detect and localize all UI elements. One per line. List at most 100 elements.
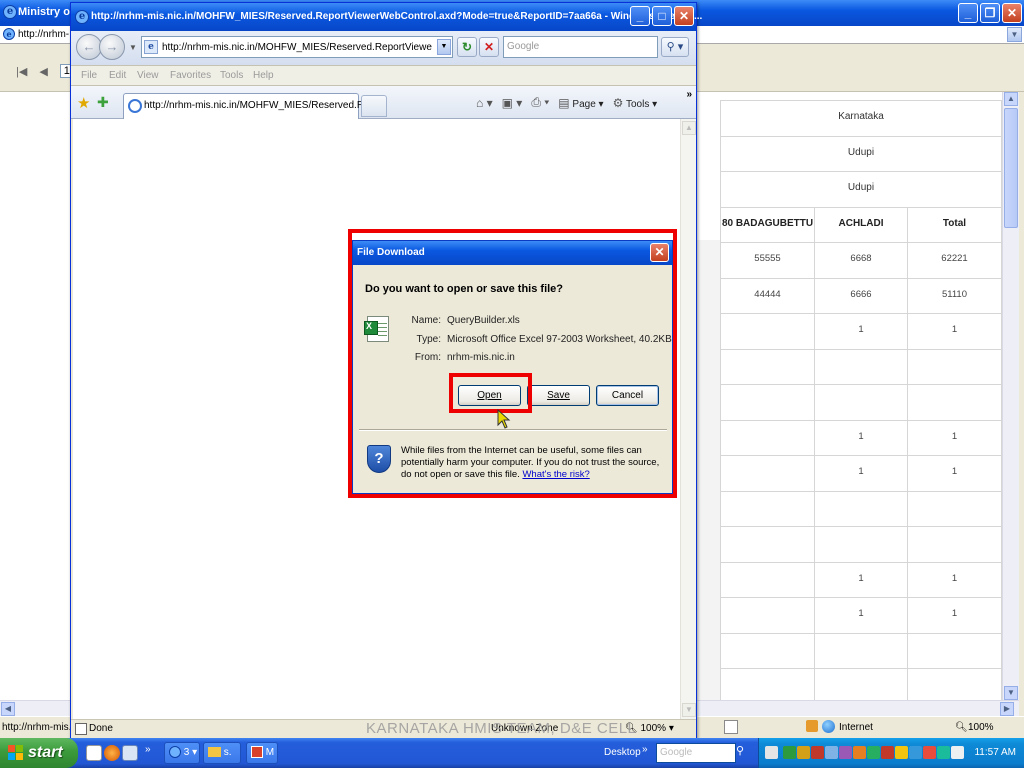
scroll-right-icon[interactable]: ▶ bbox=[1000, 702, 1014, 716]
tray-icon[interactable] bbox=[867, 746, 880, 759]
tray-icon[interactable] bbox=[765, 746, 778, 759]
table-cell: 44444 bbox=[720, 277, 815, 314]
tray-icon[interactable] bbox=[839, 746, 852, 759]
scroll-up-icon[interactable]: ▲ bbox=[682, 121, 696, 135]
scroll-up-icon[interactable]: ▲ bbox=[1004, 92, 1018, 106]
close-button[interactable]: ✕ bbox=[1002, 3, 1022, 23]
table-row bbox=[720, 348, 1002, 385]
new-tab-button[interactable] bbox=[361, 95, 387, 117]
chevron-down-icon[interactable]: ▼ bbox=[437, 39, 451, 55]
table-cell bbox=[907, 490, 1002, 527]
add-favorites-icon[interactable]: ✚ bbox=[97, 94, 109, 111]
table-cell bbox=[720, 668, 815, 705]
table-cell bbox=[720, 561, 815, 598]
popup-address-bar[interactable]: e http://nrhm-mis.nic.in/MOHFW_MIES/Rese… bbox=[141, 36, 453, 58]
close-button[interactable]: ✕ bbox=[674, 6, 694, 26]
menu-favorites[interactable]: Favorites bbox=[170, 70, 211, 81]
tray-icon[interactable] bbox=[783, 746, 796, 759]
toolbar-more-icon[interactable]: » bbox=[642, 744, 648, 755]
table-row: 11 bbox=[720, 313, 1002, 350]
search-input[interactable]: Google bbox=[503, 36, 658, 58]
taskbar-ie-group[interactable]: 3 ▾ bbox=[164, 742, 200, 764]
quicklaunch-app-icon[interactable] bbox=[86, 745, 102, 761]
forward-arrow-icon[interactable]: → bbox=[99, 34, 125, 60]
vertical-scrollbar[interactable]: ▲ ▼ bbox=[1002, 92, 1019, 700]
tab-current[interactable]: http://nrhm-mis.nic.in/MOHFW_MIES/Reserv… bbox=[123, 93, 378, 119]
desktop-toolbar-label[interactable]: Desktop bbox=[604, 747, 641, 758]
start-button[interactable]: start bbox=[0, 738, 78, 768]
table-row: Karnataka bbox=[720, 100, 1002, 137]
home-icon[interactable]: ⌂ ▾ bbox=[476, 96, 493, 110]
table-cell: 1 bbox=[814, 455, 908, 492]
popup-vertical-scrollbar[interactable]: ▲ ▼ bbox=[680, 119, 696, 719]
taskbar-folder-item[interactable]: s. bbox=[203, 742, 241, 764]
scroll-left-icon[interactable]: ◀ bbox=[1, 702, 15, 716]
network-icon[interactable] bbox=[825, 746, 838, 759]
table-cell: Udupi bbox=[720, 171, 1002, 208]
cancel-button[interactable]: Cancel bbox=[596, 385, 659, 406]
zoom-icon[interactable]: 🔍︎ bbox=[955, 722, 968, 733]
menu-help[interactable]: Help bbox=[253, 70, 274, 81]
quicklaunch-firefox-icon[interactable] bbox=[104, 745, 120, 761]
tray-icon[interactable] bbox=[895, 746, 908, 759]
tray-icon[interactable] bbox=[923, 746, 936, 759]
table-cell: 1 bbox=[907, 597, 1002, 634]
table-cell: 1 bbox=[907, 313, 1002, 350]
menu-file[interactable]: File bbox=[81, 70, 97, 81]
search-icon[interactable]: ⚲ ▾ bbox=[661, 37, 689, 57]
tray-icon[interactable] bbox=[853, 746, 866, 759]
quicklaunch-desktop-icon[interactable] bbox=[122, 745, 138, 761]
tray-icon[interactable] bbox=[811, 746, 824, 759]
scroll-down-icon[interactable]: ▼ bbox=[1004, 686, 1018, 700]
minimize-button[interactable]: _ bbox=[630, 6, 650, 26]
previous-page-icon[interactable]: ◀ bbox=[39, 65, 47, 78]
chevron-down-icon[interactable]: ▼ bbox=[1007, 27, 1022, 42]
table-cell: 1 bbox=[907, 561, 1002, 598]
maximize-button[interactable]: ❐ bbox=[980, 3, 1000, 23]
tray-icon[interactable] bbox=[937, 746, 950, 759]
more-chevron-icon[interactable]: » bbox=[686, 89, 692, 100]
file-name-label: Name: bbox=[411, 315, 441, 326]
tray-icon[interactable] bbox=[909, 746, 922, 759]
favorites-star-icon[interactable]: ★ bbox=[77, 94, 90, 112]
table-cell bbox=[720, 490, 815, 527]
page-icon: e bbox=[144, 40, 158, 54]
table-row: Udupi bbox=[720, 171, 1002, 208]
volume-icon[interactable] bbox=[951, 746, 964, 759]
table-header-cell: ACHLADI bbox=[814, 206, 908, 243]
background-address-text: http://nrhm- bbox=[18, 29, 70, 40]
save-button[interactable]: Save bbox=[527, 385, 590, 406]
first-page-icon[interactable]: |◀ bbox=[16, 65, 27, 78]
taskbar-search-input[interactable]: Google bbox=[656, 743, 736, 763]
tools-menu-button[interactable]: ⚙ Tools ▾ bbox=[613, 96, 658, 110]
menu-edit[interactable]: Edit bbox=[109, 70, 126, 81]
feeds-icon[interactable]: ▣ ▾ bbox=[502, 96, 523, 110]
taskbar: start » 3 ▾ s. M Desktop » Google ⚲ 11:5… bbox=[0, 738, 1024, 768]
whats-the-risk-link[interactable]: What's the risk? bbox=[522, 469, 589, 480]
scrollbar-thumb[interactable] bbox=[1004, 108, 1018, 228]
table-row bbox=[720, 384, 1002, 421]
table-cell bbox=[720, 348, 815, 385]
refresh-button[interactable]: ↻ bbox=[457, 37, 477, 57]
print-icon[interactable]: ⎙ ▾ bbox=[531, 95, 549, 110]
quicklaunch-more-icon[interactable]: » bbox=[145, 744, 151, 755]
tray-icon[interactable] bbox=[881, 746, 894, 759]
page-menu-button[interactable]: ▤ Page ▾ bbox=[558, 96, 603, 110]
minimize-button[interactable]: _ bbox=[958, 3, 978, 23]
globe-icon bbox=[822, 720, 835, 733]
popup-window-controls: _ □ ✕ bbox=[630, 6, 694, 26]
stop-button[interactable]: ✕ bbox=[479, 37, 499, 57]
menu-view[interactable]: View bbox=[137, 70, 159, 81]
menu-tools[interactable]: Tools bbox=[220, 70, 243, 81]
background-status-zoom[interactable]: 100% bbox=[968, 722, 994, 733]
tray-icon[interactable] bbox=[797, 746, 810, 759]
maximize-button[interactable]: □ bbox=[652, 6, 672, 26]
dialog-close-button[interactable]: ✕ bbox=[650, 243, 669, 262]
scroll-down-icon[interactable]: ▼ bbox=[682, 703, 696, 717]
command-bar: ⌂ ▾ ▣ ▾ ⎙ ▾ ▤ Page ▾ ⚙ Tools ▾ bbox=[476, 95, 657, 110]
table-cell bbox=[720, 455, 815, 492]
history-dropdown-icon[interactable]: ▼ bbox=[129, 43, 137, 52]
taskbar-app-item[interactable]: M bbox=[246, 742, 278, 764]
search-icon[interactable]: ⚲ bbox=[736, 744, 752, 762]
table-cell: 6668 bbox=[814, 242, 908, 279]
